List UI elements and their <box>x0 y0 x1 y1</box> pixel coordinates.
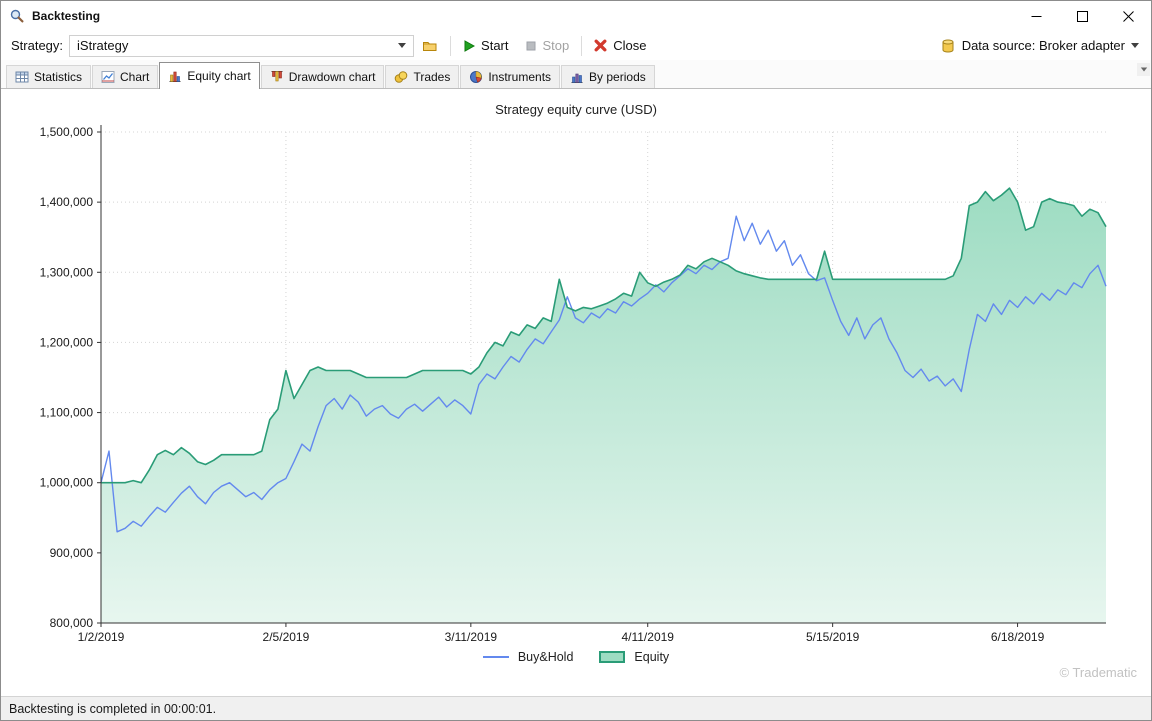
tab-chart[interactable]: Chart <box>92 65 158 88</box>
periods-chart-icon <box>570 70 584 84</box>
tab-label: By periods <box>589 70 646 84</box>
table-icon <box>15 70 29 84</box>
tab-label: Chart <box>120 70 149 84</box>
line-chart-icon <box>101 70 115 84</box>
svg-text:1,200,000: 1,200,000 <box>40 335 94 349</box>
tab-label: Drawdown chart <box>289 70 376 84</box>
toolbar-separator <box>450 36 451 56</box>
tab-label: Statistics <box>34 70 82 84</box>
status-bar: Backtesting is completed in 00:00:01. <box>1 696 1151 720</box>
toolbar-separator <box>581 36 582 56</box>
svg-text:1,100,000: 1,100,000 <box>40 406 94 420</box>
legend-buyhold-swatch <box>483 656 509 658</box>
chevron-down-icon <box>1140 68 1146 72</box>
svg-text:1,500,000: 1,500,000 <box>40 125 94 139</box>
chevron-down-icon <box>1131 43 1139 48</box>
svg-text:6/18/2019: 6/18/2019 <box>991 630 1045 644</box>
data-source-dropdown[interactable]: Data source: Broker adapter <box>934 35 1145 57</box>
minimize-button[interactable] <box>1013 1 1059 31</box>
maximize-button[interactable] <box>1059 1 1105 31</box>
close-window-button[interactable] <box>1105 1 1151 31</box>
window-title: Backtesting <box>32 9 100 23</box>
tab-label: Instruments <box>488 70 551 84</box>
legend-equity-swatch <box>599 651 625 663</box>
legend-item-buyhold: Buy&Hold <box>483 650 574 664</box>
close-backtest-button[interactable]: Close <box>586 34 654 57</box>
svg-text:1/2/2019: 1/2/2019 <box>78 630 125 644</box>
close-button-label: Close <box>613 38 646 53</box>
svg-text:900,000: 900,000 <box>50 546 94 560</box>
tab-label: Trades <box>413 70 450 84</box>
start-button[interactable]: Start <box>455 34 516 57</box>
svg-text:4/11/2019: 4/11/2019 <box>621 630 674 644</box>
chart-legend: Buy&Hold Equity <box>1 650 1151 664</box>
equity-chart-panel: Strategy equity curve (USD) 800,000 900,0… <box>1 88 1151 696</box>
tab-drawdown-chart[interactable]: Drawdown chart <box>261 65 385 88</box>
toolbar-overflow-button[interactable] <box>1137 63 1150 76</box>
chart-title: Strategy equity curve (USD) <box>1 102 1151 118</box>
svg-text:5/15/2019: 5/15/2019 <box>806 630 860 644</box>
drawdown-chart-icon <box>270 70 284 84</box>
open-strategy-button[interactable] <box>414 34 446 58</box>
svg-text:800,000: 800,000 <box>50 616 94 630</box>
tradematic-watermark: © Tradematic <box>1060 665 1138 680</box>
tab-trades[interactable]: Trades <box>385 65 459 88</box>
bar-chart-icon <box>168 69 182 83</box>
tab-label: Equity chart <box>187 69 250 83</box>
legend-equity-label: Equity <box>634 650 669 664</box>
legend-item-equity: Equity <box>599 650 669 664</box>
start-button-label: Start <box>481 38 508 53</box>
folder-icon <box>422 38 438 54</box>
svg-text:2/5/2019: 2/5/2019 <box>263 630 310 644</box>
stop-icon <box>525 40 537 52</box>
tab-equity-chart[interactable]: Equity chart <box>159 62 259 89</box>
data-source-label: Data source: Broker adapter <box>962 38 1125 53</box>
pie-chart-icon <box>469 70 483 84</box>
legend-buyhold-label: Buy&Hold <box>518 650 574 664</box>
backtesting-window: Backtesting Strategy: iStrategy <box>0 0 1152 721</box>
tab-instruments[interactable]: Instruments <box>460 65 560 88</box>
stop-button-label: Stop <box>543 38 570 53</box>
tab-strip: Statistics Chart Equity chart <box>1 60 1151 88</box>
strategy-combobox[interactable]: iStrategy <box>69 35 414 57</box>
tab-by-periods[interactable]: By periods <box>561 65 655 88</box>
coins-icon <box>394 70 408 84</box>
status-text: Backtesting is completed in 00:00:01. <box>9 702 216 716</box>
equity-chart-plot: 800,000 900,000 1,000,000 1,100,000 1,200,00… <box>1 118 1151 648</box>
magnifier-app-icon <box>9 8 25 24</box>
toolbar: Strategy: iStrategy Start Stop <box>1 31 1151 60</box>
red-x-icon <box>594 39 607 52</box>
tab-statistics[interactable]: Statistics <box>6 65 91 88</box>
chevron-down-icon <box>398 43 406 48</box>
svg-text:1,000,000: 1,000,000 <box>40 476 94 490</box>
title-bar: Backtesting <box>1 1 1151 31</box>
database-icon <box>940 38 956 54</box>
strategy-label: Strategy: <box>11 38 63 53</box>
play-icon <box>463 40 475 52</box>
svg-text:3/11/2019: 3/11/2019 <box>445 630 498 644</box>
svg-text:1,300,000: 1,300,000 <box>40 265 94 279</box>
strategy-combobox-value: iStrategy <box>77 38 128 53</box>
stop-button[interactable]: Stop <box>517 34 578 57</box>
svg-text:1,400,000: 1,400,000 <box>40 195 94 209</box>
